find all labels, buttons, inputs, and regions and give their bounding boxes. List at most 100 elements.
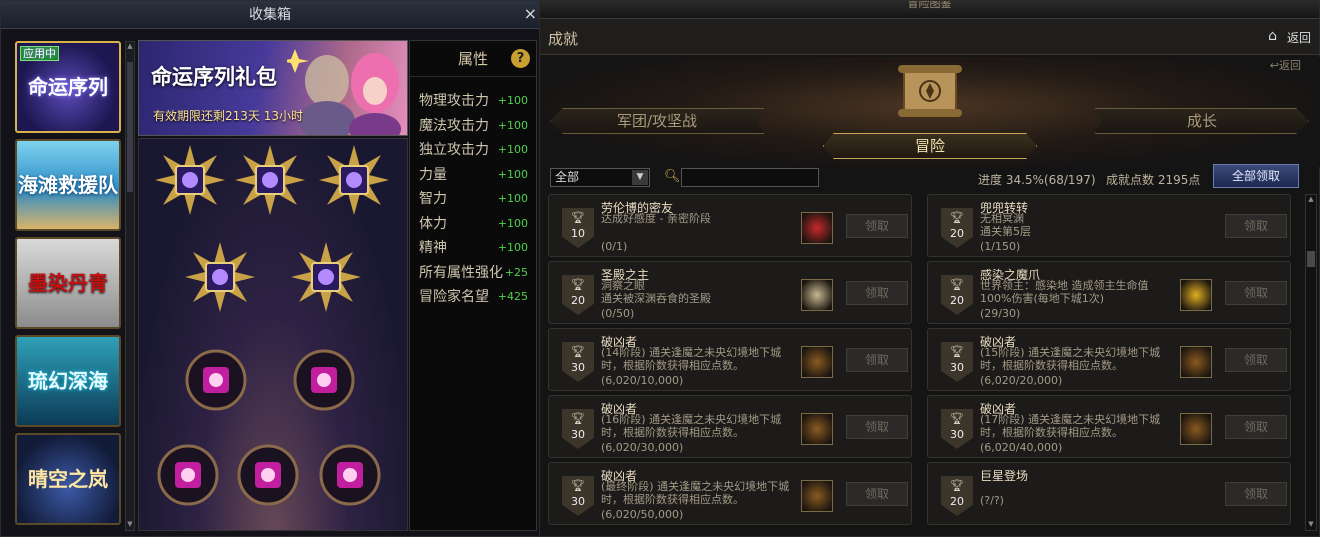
scroll-up-icon[interactable]: ▲ [1306,195,1316,205]
theme-item-ink-painting[interactable]: 墨染丹青 [15,237,121,329]
property-row: 智力 +100 [410,187,536,212]
achievement-description: 达成好感度 - 亲密阶段 [601,212,711,225]
reward-item-icon[interactable] [801,413,833,445]
claim-button[interactable]: 领取 [1225,214,1287,238]
adventure-header: 成就 ⌂ 返回 [540,19,1319,55]
theme-item-deep-sea[interactable]: 琉幻深海 [15,335,121,427]
filter-dropdown[interactable]: 全部 ▼ [550,168,650,187]
card-ring-1[interactable] [185,349,247,411]
trophy-badge: 🏆︎ 30 [562,409,594,449]
chevron-down-icon[interactable]: ▼ [632,170,648,185]
reward-item-icon[interactable] [1180,346,1212,378]
property-name: 魔法攻击力 [419,117,489,134]
home-icon[interactable]: ⌂ [1268,28,1277,44]
tab-adventure[interactable]: 冒险 [823,133,1037,159]
claim-button[interactable]: 领取 [1225,482,1287,506]
property-value: +100 [497,192,528,205]
achievement-progress: (29/30) [980,307,1021,320]
achievement-progress: (6,020/50,000) [601,508,684,521]
reward-item-icon[interactable] [1180,413,1212,445]
card-ring-4[interactable] [237,444,299,506]
tab-growth[interactable]: 成长 [1095,108,1309,134]
claim-button[interactable]: 领取 [846,281,908,305]
card-gold-4[interactable] [185,242,255,312]
trophy-badge: 🏆︎ 20 [941,208,973,248]
scroll-icon [898,65,962,117]
card-ring-3[interactable] [157,444,219,506]
claim-button[interactable]: 领取 [846,415,908,439]
achievement-description: 无相冥渊 通关第5层 [980,212,1031,238]
card-ring-5[interactable] [319,444,381,506]
theme-list-scrollbar[interactable]: ▲ ▼ [125,41,135,531]
achievement-progress: (6,020/30,000) [601,441,684,454]
card-ring-2[interactable] [293,349,355,411]
reward-item-icon[interactable] [801,212,833,244]
applied-badge: 应用中 [20,46,59,61]
achievement-card: 🏆︎ 20 感染之魔爪 世界领主：感染地 造成领主生命值100%伤害(每地下城1次)(… [927,261,1291,324]
collection-window: 收集箱 × 应用中 命运序列 海滩救援队 墨染丹青 琉幻深海 晴空之岚 ▲ ▼ [0,0,540,537]
section-title: 成就 [548,30,579,48]
property-name: 物理攻击力 [419,93,489,109]
claim-button[interactable]: 领取 [846,482,908,506]
theme-label: 海滩救援队 [18,173,118,197]
property-row: 精神 +100 [410,236,536,261]
card-gold-1[interactable] [155,145,225,215]
trophy-icon: 🏆︎ [571,211,585,224]
property-value: +425 [497,290,528,303]
card-gold-5[interactable] [291,242,361,312]
card-gold-2[interactable] [235,145,305,215]
search-input[interactable] [681,168,819,187]
scroll-up-icon[interactable]: ▲ [126,42,134,52]
achievement-progress: (0/1) [601,240,628,253]
achievement-description: (17阶段) 通关逢魔之未央幻境地下城时，根据阶数获得相应点数。 [980,413,1161,439]
scrollbar-thumb[interactable] [127,62,133,192]
reward-item-icon[interactable] [801,346,833,378]
reward-item-icon[interactable] [1180,279,1212,311]
trophy-badge: 🏆︎ 20 [941,275,973,315]
back-button[interactable]: 返回 [1287,29,1311,46]
reward-item-icon[interactable] [801,279,833,311]
property-name: 智力 [419,191,447,207]
achievement-card: 🏆︎ 20 兜兜转转 无相冥渊 通关第5层 (1/150) 领取 [927,194,1291,257]
claim-button[interactable]: 领取 [846,214,908,238]
achievement-description: (16阶段) 通关逢魔之未央幻境地下城时，根据阶数获得相应点数。 [601,413,782,439]
claim-all-button[interactable]: 全部领取 [1213,164,1299,188]
achievement-description: (15阶段) 通关逢魔之未央幻境地下城时，根据阶数获得相应点数。 [980,346,1161,372]
theme-item-clear-sky[interactable]: 晴空之岚 [15,433,121,525]
theme-label: 命运序列 [28,75,108,99]
scroll-down-icon[interactable]: ▼ [1306,520,1316,530]
adventure-window: 冒险图鉴 成就 ⌂ 返回 军团/攻坚战 成长 冒险 ↩返回 全部 ▼ 🔍︎ 进度… [539,0,1320,537]
trophy-badge: 🏆︎ 20 [941,476,973,516]
close-icon[interactable]: × [524,5,537,23]
trophy-icon: 🏆︎ [950,412,964,425]
claim-button[interactable]: 领取 [1225,348,1287,372]
achievement-card: 🏆︎ 20 圣殿之主 洞察之眼 通关被深渊吞食的圣殿 (0/50) 领取 [548,261,912,324]
property-row: 所有属性强化 +25 [410,261,536,286]
trophy-icon: 🏆︎ [950,211,964,224]
achievement-points: 20 [571,294,585,307]
scroll-down-icon[interactable]: ▼ [126,520,134,530]
scrollbar-thumb[interactable] [1307,251,1315,267]
achievement-list-scrollbar[interactable]: ▲ ▼ [1305,194,1317,531]
achievement-progress: (6,020/20,000) [980,374,1063,387]
achievement-card: 🏆︎ 30 破凶者 (最终阶段) 通关逢魔之未央幻境地下城时，根据阶数获得相应点数。(… [548,462,912,525]
help-icon[interactable]: ? [511,49,530,68]
achievement-points: 30 [571,495,585,508]
achievement-points: 20 [950,495,964,508]
theme-item-fate-sequence[interactable]: 应用中 命运序列 [15,41,121,133]
tab-legion-raid[interactable]: 军团/攻坚战 [550,108,764,134]
reward-item-icon[interactable] [801,480,833,512]
trophy-badge: 🏆︎ 30 [562,476,594,516]
property-name: 体力 [419,215,447,232]
filter-bar: 全部 ▼ 🔍︎ 进度 34.5%(68/197) 成就点数 2195点 全部领取 [548,164,1318,191]
claim-button[interactable]: 领取 [1225,415,1287,439]
achievement-card: 🏆︎ 20 巨星登场 (?/?) 领取 [927,462,1291,525]
card-gold-3[interactable] [319,145,389,215]
search-icon[interactable]: 🔍︎ [664,169,681,184]
claim-button[interactable]: 领取 [846,348,908,372]
achievement-description: 洞察之眼 通关被深渊吞食的圣殿 [601,279,711,305]
sub-back-button[interactable]: ↩返回 [1270,57,1301,73]
property-name: 独立攻击力 [419,142,489,158]
theme-item-beach-rescue[interactable]: 海滩救援队 [15,139,121,231]
claim-button[interactable]: 领取 [1225,281,1287,305]
